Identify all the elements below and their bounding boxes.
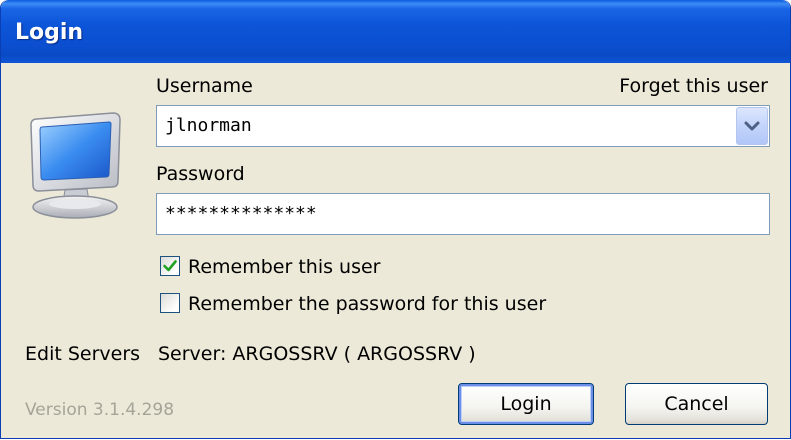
title-bar[interactable]: Login: [1, 0, 790, 63]
remember-user-label[interactable]: Remember this user: [188, 256, 381, 278]
dialog-content: Username Forget this user jlnorman Passw…: [1, 63, 790, 438]
password-field[interactable]: **************: [156, 193, 770, 235]
remember-password-checkbox[interactable]: [160, 293, 180, 313]
remember-password-label[interactable]: Remember the password for this user: [188, 293, 546, 315]
username-dropdown-button[interactable]: [736, 107, 768, 145]
check-icon: [163, 260, 177, 272]
forget-user-link[interactable]: Forget this user: [619, 75, 768, 97]
chevron-down-icon: [744, 121, 760, 131]
version-label: Version 3.1.4.298: [25, 400, 175, 420]
server-info: Server: ARGOSSRV ( ARGOSSRV ): [158, 343, 476, 365]
username-combobox[interactable]: jlnorman: [156, 105, 770, 147]
password-value: **************: [165, 203, 317, 224]
username-label: Username: [156, 75, 253, 97]
edit-servers-link[interactable]: Edit Servers: [25, 343, 140, 365]
username-value: jlnorman: [165, 115, 252, 136]
login-button[interactable]: Login: [458, 383, 594, 425]
password-label: Password: [156, 163, 245, 185]
window-title: Login: [15, 20, 84, 45]
cancel-button[interactable]: Cancel: [625, 383, 768, 425]
login-dialog: Login Username Forget this user jlnorman…: [0, 0, 791, 439]
computer-monitor-icon: [30, 112, 121, 219]
remember-user-checkbox[interactable]: [160, 256, 180, 276]
